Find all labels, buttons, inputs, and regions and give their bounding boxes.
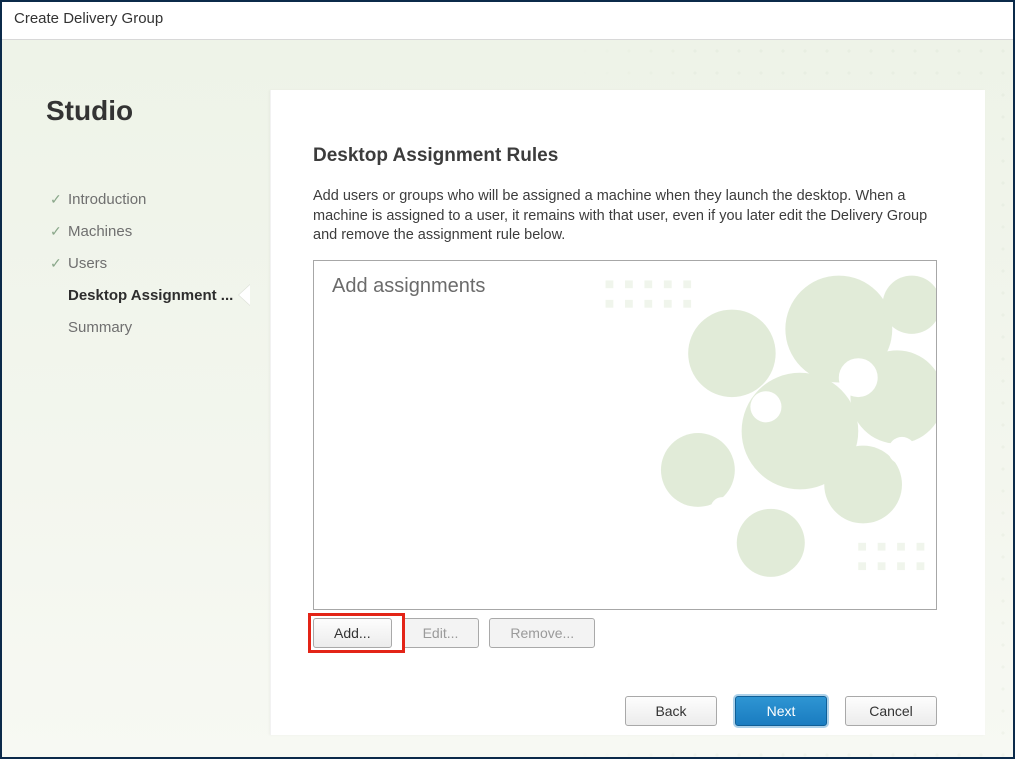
- page-title: Desktop Assignment Rules: [313, 145, 937, 167]
- assignment-buttons: Add... Edit... Remove...: [313, 618, 937, 648]
- step-summary[interactable]: Summary: [46, 311, 250, 343]
- assignments-list-wrap: Add assignments: [313, 260, 937, 610]
- step-label: Introduction: [68, 191, 146, 208]
- assignments-placeholder: Add assignments: [332, 275, 485, 298]
- wizard-steps: Introduction Machines Users Desktop Assi…: [46, 183, 250, 343]
- window-title-text: Create Delivery Group: [14, 10, 163, 27]
- wizard-sidebar: Studio Introduction Machines Users Deskt…: [2, 40, 270, 757]
- decorative-watermark-icon: [314, 261, 936, 601]
- back-button[interactable]: Back: [625, 696, 717, 726]
- step-label: Machines: [68, 223, 132, 240]
- step-users[interactable]: Users: [46, 247, 250, 279]
- brand-title: Studio: [46, 95, 250, 127]
- step-machines[interactable]: Machines: [46, 215, 250, 247]
- dialog-window: Create Delivery Group Studio Introductio…: [0, 0, 1015, 759]
- step-desktop-assignment[interactable]: Desktop Assignment ...: [46, 279, 250, 311]
- remove-button: Remove...: [489, 618, 595, 648]
- step-label: Desktop Assignment ...: [68, 287, 233, 304]
- step-label: Summary: [68, 319, 132, 336]
- page-description: Add users or groups who will be assigned…: [313, 187, 937, 246]
- wizard-footer: Back Next Cancel: [313, 648, 937, 726]
- edit-button: Edit...: [402, 618, 480, 648]
- window-title: Create Delivery Group: [2, 2, 1013, 40]
- step-label: Users: [68, 255, 107, 272]
- dialog-body: Studio Introduction Machines Users Deskt…: [2, 40, 1013, 757]
- wizard-page: Desktop Assignment Rules Add users or gr…: [270, 90, 985, 735]
- assignments-listbox[interactable]: Add assignments: [313, 260, 937, 610]
- cancel-button[interactable]: Cancel: [845, 696, 937, 726]
- step-introduction[interactable]: Introduction: [46, 183, 250, 215]
- next-button[interactable]: Next: [735, 696, 827, 726]
- add-button[interactable]: Add...: [313, 618, 392, 648]
